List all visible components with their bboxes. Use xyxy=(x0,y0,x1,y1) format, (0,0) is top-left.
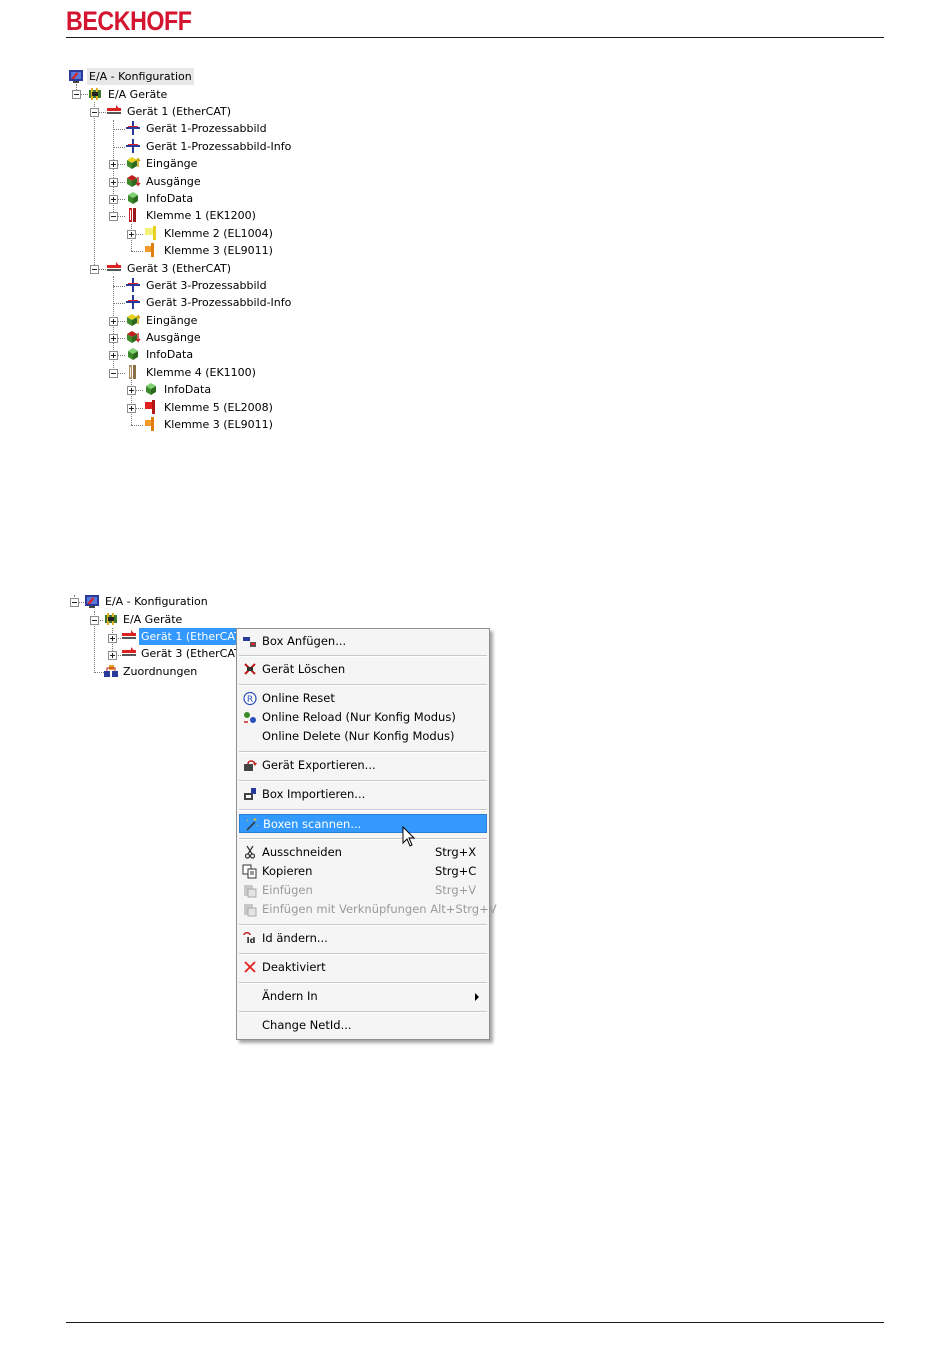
io-tree-collapsed: E/A - Konfiguration E/A Geräte Gerät 1 (… xyxy=(0,0,950,700)
magic-wand-icon xyxy=(246,818,259,831)
svg-text:Id: Id xyxy=(247,936,256,945)
menu-item-copy[interactable]: Kopieren Strg+C xyxy=(239,862,487,881)
menu-item-deactivated[interactable]: Deaktiviert xyxy=(239,958,487,977)
menu-item-device-export[interactable]: Gerät Exportieren... xyxy=(239,756,487,775)
mouse-cursor-icon xyxy=(402,826,416,847)
context-menu: Box Anfügen... Gerät Löschen R Online Re… xyxy=(236,628,497,1040)
devices-icon xyxy=(105,613,117,625)
menu-item-device-delete[interactable]: Gerät Löschen xyxy=(239,660,487,679)
copy-icon xyxy=(242,864,257,879)
io-config-icon xyxy=(85,595,99,608)
menu-item-paste[interactable]: Einfügen Strg+V xyxy=(239,881,487,900)
submenu-arrow-icon xyxy=(475,993,479,1001)
expand-icon[interactable] xyxy=(108,634,117,643)
ethercat-device-icon xyxy=(122,630,136,639)
expand-icon[interactable] xyxy=(108,651,117,660)
mappings-icon xyxy=(104,665,118,677)
menu-item-paste-with-links[interactable]: Einfügen mit Verknüpfungen Alt+Strg+V xyxy=(239,900,497,919)
deactivate-x-icon xyxy=(244,961,256,973)
paste-links-icon xyxy=(244,904,257,917)
import-icon xyxy=(244,788,256,800)
menu-item-box-import[interactable]: Box Importieren... xyxy=(239,785,487,804)
ethercat-device-icon xyxy=(122,647,136,656)
menu-item-scan-boxes[interactable]: Boxen scannen... xyxy=(239,814,487,833)
scissors-icon xyxy=(244,845,256,859)
footer-rule xyxy=(66,1322,884,1323)
reload-icon xyxy=(244,712,256,723)
menu-item-online-delete[interactable]: Online Delete (Nur Konfig Modus) xyxy=(239,727,487,746)
paste-icon xyxy=(244,885,257,898)
menu-item-change-id[interactable]: Id Id ändern... xyxy=(239,929,487,948)
menu-item-box-add[interactable]: Box Anfügen... xyxy=(239,632,487,651)
collapse-icon[interactable] xyxy=(70,598,79,607)
menu-item-change-to[interactable]: Ändern In xyxy=(239,987,487,1006)
box-add-icon xyxy=(243,637,256,647)
export-icon xyxy=(244,760,257,771)
svg-text:R: R xyxy=(247,695,253,705)
menu-item-cut[interactable]: Ausschneiden Strg+X xyxy=(239,843,487,862)
delete-device-icon xyxy=(244,663,256,675)
id-icon: Id xyxy=(243,932,256,945)
collapse-icon[interactable] xyxy=(90,616,99,625)
menu-item-online-reload[interactable]: Online Reload (Nur Konfig Modus) xyxy=(239,708,487,727)
menu-item-change-netid[interactable]: Change NetId... xyxy=(239,1016,487,1035)
menu-item-online-reset[interactable]: R Online Reset xyxy=(239,689,487,708)
reset-icon: R xyxy=(243,691,257,706)
